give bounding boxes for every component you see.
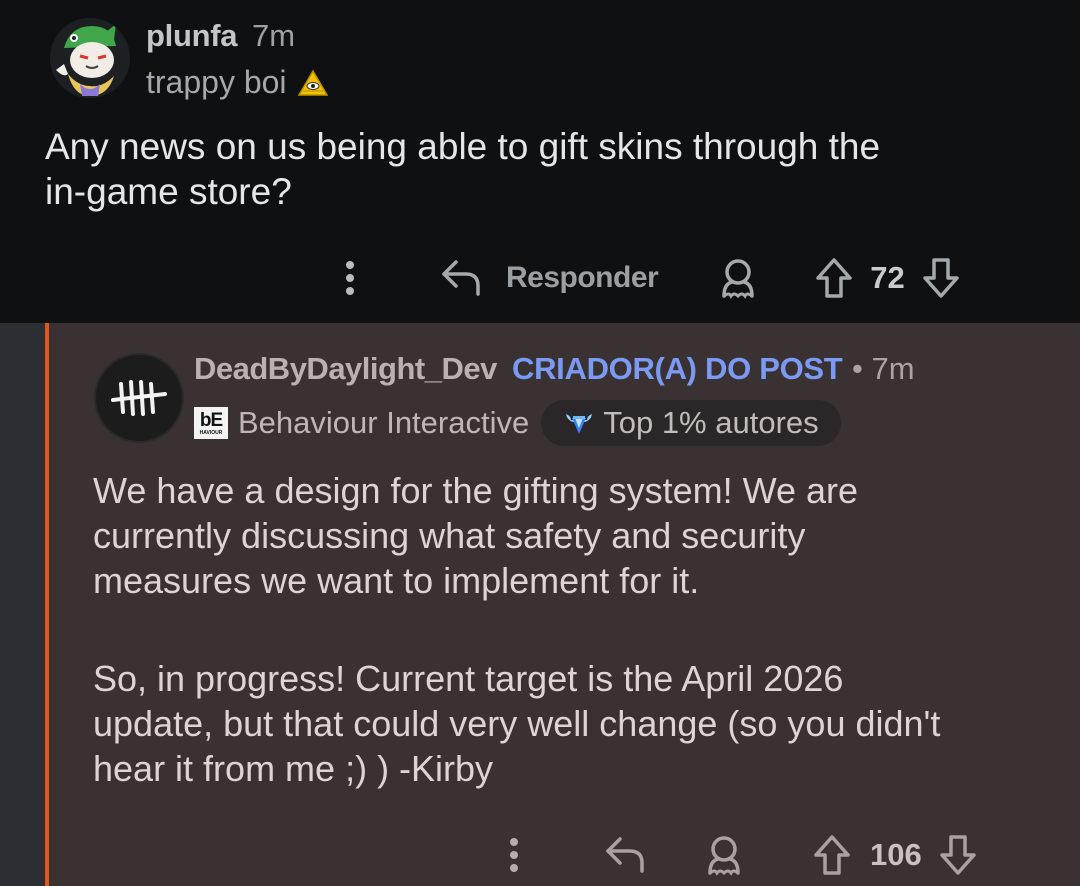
comment-line: currently discussing what safety and sec… [93, 515, 806, 556]
timestamp: 7m [871, 351, 915, 386]
reply-label: Responder [506, 261, 659, 294]
timestamp: 7m [252, 18, 296, 53]
avatar[interactable] [94, 353, 184, 443]
comment-body: Any news on us being able to gift skins … [45, 124, 1005, 214]
vote-count: 72 [870, 260, 905, 295]
op-badge: CRIADOR(A) DO POST [512, 351, 843, 386]
username[interactable]: plunfa [146, 18, 237, 54]
comment-actions: Responder 72 [330, 250, 963, 306]
award-button[interactable] [702, 827, 746, 883]
flair-text: trappy boi [146, 64, 287, 100]
more-options-button[interactable] [330, 250, 370, 306]
company-name: Behaviour Interactive [238, 405, 530, 440]
company-logo-text: bE [199, 409, 223, 431]
comment-line: measures we want to implement for it. [93, 560, 700, 601]
award-icon [722, 259, 754, 299]
reply-button[interactable]: Responder [440, 250, 659, 306]
downvote-arrow-icon [922, 258, 959, 298]
comment-line: Any news on us being able to gift skins … [45, 126, 881, 167]
upvote-arrow-icon [814, 835, 850, 875]
reply-button[interactable] [602, 827, 650, 883]
award-icon [708, 836, 740, 876]
thread-line[interactable] [45, 323, 49, 886]
avatar[interactable] [50, 18, 130, 98]
more-options-button[interactable] [494, 827, 534, 883]
more-vertical-icon [346, 261, 354, 295]
comment-paragraph: We have a design for the gifting system!… [93, 468, 1023, 603]
diamond-trophy-icon [566, 414, 593, 434]
comment-line: in-game store? [45, 171, 292, 212]
upvote-button[interactable] [812, 250, 856, 306]
reply-arrow-icon [442, 260, 480, 296]
more-vertical-icon [510, 838, 518, 872]
reply-comment: DeadByDaylight_Dev CRIADOR(A) DO POST • … [0, 323, 1080, 886]
illuminati-triangle-icon [297, 69, 328, 96]
vote-count: 106 [870, 837, 922, 872]
comment-paragraph: So, in progress! Current target is the A… [93, 656, 1023, 791]
upvote-button[interactable] [810, 827, 854, 883]
comment-line: We have a design for the gifting system!… [93, 470, 859, 511]
downvote-button[interactable] [936, 827, 980, 883]
dbd-logo-icon [111, 380, 167, 416]
award-button[interactable] [716, 250, 760, 306]
upvote-arrow-icon [816, 258, 852, 298]
downvote-arrow-icon [939, 835, 976, 875]
comment-line: So, in progress! Current target is the A… [93, 658, 844, 699]
username[interactable]: DeadByDaylight_Dev [194, 351, 497, 387]
thread-gutter [0, 323, 45, 886]
comment-line: hear it from me ;) ) -Kirby [93, 748, 494, 789]
avatar-image-icon [50, 18, 130, 98]
top-contributor-badge[interactable]: Top 1% autores [541, 400, 841, 446]
top-badge-label: Top 1% autores [603, 405, 819, 440]
comment-line: update, but that could very well change … [93, 703, 941, 744]
user-flair: bE HAVIOUR Behaviour Interactive Top 1% … [194, 400, 841, 446]
comment-actions: 106 [494, 827, 980, 883]
downvote-button[interactable] [919, 250, 963, 306]
parent-comment: plunfa 7m trappy boi Any news on us bein… [0, 0, 1080, 323]
reply-arrow-icon [606, 837, 644, 873]
company-logo: bE HAVIOUR [194, 407, 228, 439]
company-logo-subtext: HAVIOUR [199, 429, 223, 436]
separator-dot: • [852, 351, 863, 386]
user-flair: trappy boi [146, 64, 329, 101]
timestamp-group: • 7m [852, 351, 915, 387]
